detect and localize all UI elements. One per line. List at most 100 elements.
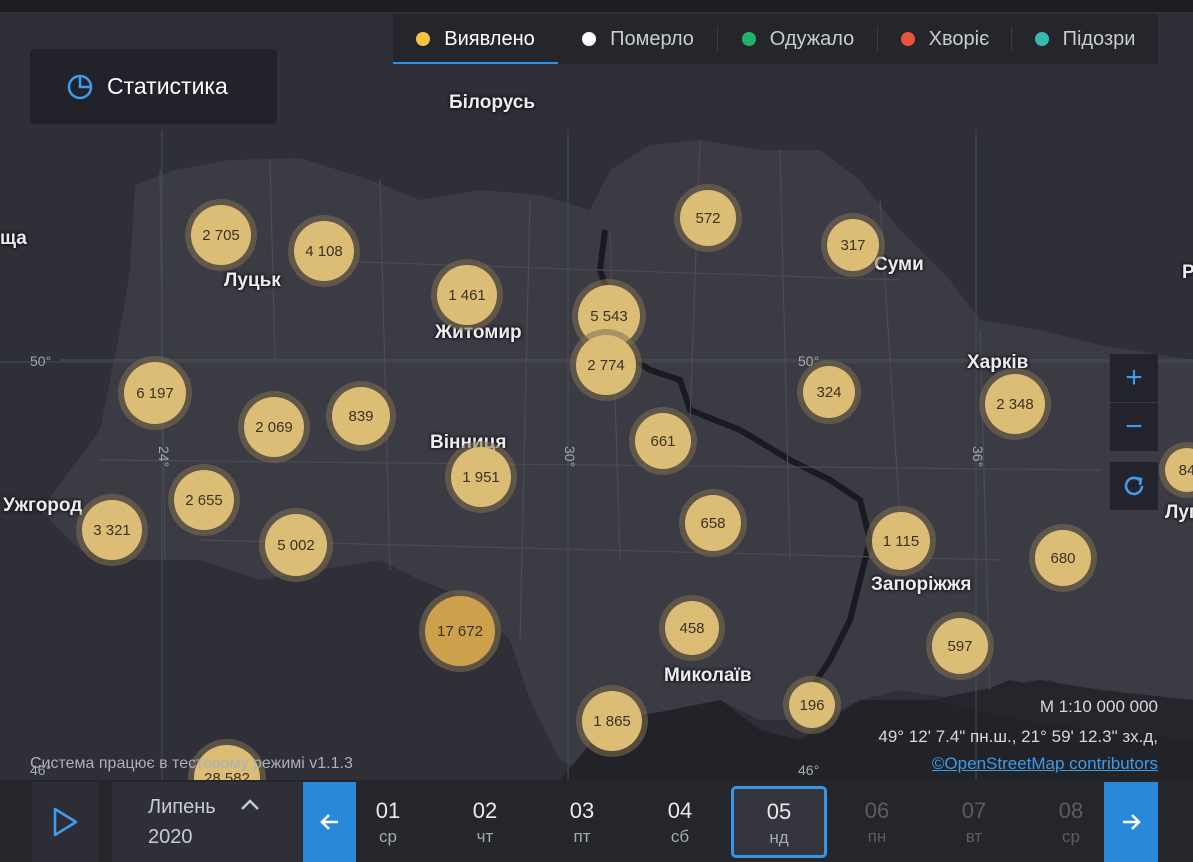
cluster-marker[interactable]: 2 655 [174,470,234,530]
tab-dot-icon [900,32,915,46]
lat-label-50: 50° [30,353,52,369]
tab-dot-icon [582,32,597,46]
zoom-out-button[interactable]: − [1110,403,1158,451]
tab-deaths[interactable]: Померло [558,14,718,64]
day-number: 03 [569,798,595,823]
reset-view-button[interactable] [1110,462,1158,510]
chevron-up-icon [241,799,259,810]
cluster-marker[interactable]: 2 705 [191,205,251,265]
year-label: 2020 [148,826,193,848]
day-weekday: чт [476,827,494,846]
lon-label-36: 36° [970,446,986,468]
tab-label: Одужало [769,27,855,50]
city-label-uzhhorod: Ужгород [3,495,83,516]
country-label-partial-east: Р [1182,262,1193,283]
tab-label: Виявлено [444,27,535,50]
cluster-marker[interactable]: 2 348 [985,374,1045,434]
day-number: 02 [472,798,498,823]
cluster-marker[interactable]: 1 951 [451,447,511,507]
day-number: 06 [864,798,890,823]
day-weekday: сб [670,827,690,846]
city-label-zaporizhzhia: Запоріжжя [871,574,972,595]
cursor-coordinates: 49° 12' 7.4" пн.ш., 21° 59' 12.3" зх.д, [878,727,1158,746]
city-label-zhytomyr: Житомир [435,322,522,343]
statistics-button[interactable]: Статистика [30,49,277,124]
top-strip [0,0,1193,12]
cluster-marker[interactable]: 597 [932,618,988,674]
cluster-marker[interactable]: 661 [635,413,691,469]
lon-label-30: 30° [562,446,578,468]
day-number: 05 [766,799,792,824]
zoom-in-button[interactable]: + [1110,354,1158,402]
timeline-day[interactable]: 01 ср [340,782,436,862]
lat-label-46-east: 46° [798,762,820,778]
tab-suspected[interactable]: Підозри [1012,14,1158,64]
next-day-button[interactable] [1104,782,1158,862]
cluster-marker[interactable]: 458 [665,601,719,655]
lon-label-24: 24° [156,446,172,468]
cluster-marker[interactable]: 4 108 [294,221,354,281]
day-weekday: нд [769,828,789,847]
timeline-day[interactable]: 02 чт [437,782,533,862]
city-label-kharkiv: Харків [967,352,1029,373]
city-label-lutsk: Луцьк [224,270,281,291]
tab-detected[interactable]: Виявлено [393,14,558,64]
arrow-left-icon [319,814,338,830]
cluster-marker[interactable]: 2 069 [244,397,304,457]
cluster-marker[interactable]: 2 774 [576,335,636,395]
arrow-right-icon [1123,814,1141,830]
day-weekday: вт [965,827,983,846]
timeline-day-disabled: 07 вт [926,782,1022,862]
day-number: 01 [375,798,401,823]
day-weekday: ср [379,827,397,846]
tab-label: Хворіє [928,27,990,50]
city-label-luhansk-partial: Луг [1165,502,1193,523]
cluster-marker[interactable]: 6 197 [124,362,186,424]
system-status-message: Система працює в тестовому режимі v1.1.3 [30,755,353,772]
play-button[interactable] [32,782,98,862]
cluster-marker[interactable]: 1 865 [582,691,642,751]
attribution: ©OpenStreetMap contributors [932,754,1158,774]
tab-recovered[interactable]: Одужало [718,14,878,64]
cluster-marker[interactable]: 839 [332,387,390,445]
timeline-day[interactable]: 04 сб [632,782,728,862]
tab-label: Підозри [1062,27,1136,50]
pie-chart-icon [67,74,93,99]
city-label-mykolaiv: Миколаїв [664,665,752,686]
map-scale: М 1:10 000 000 [1039,697,1158,716]
status-tabs: Виявлено Померло Одужало Хворіє Підозри [393,14,1158,64]
cluster-marker[interactable]: 3 321 [82,500,142,560]
cluster-marker[interactable]: 17 672 [425,596,495,666]
tab-label: Померло [610,27,694,50]
month-label: Липень [148,796,216,818]
play-icon [53,807,78,837]
tab-dot-icon [741,32,756,46]
day-number: 04 [667,798,693,823]
cluster-marker[interactable]: 324 [803,366,855,418]
timeline-day-selected[interactable]: 05 нд [731,786,827,858]
cluster-marker[interactable]: 317 [827,219,879,271]
timeline-day-disabled: 06 пн [829,782,925,862]
refresh-icon [1124,476,1144,496]
tab-sick[interactable]: Хворіє [878,14,1012,64]
day-weekday: пт [573,827,591,846]
timeline-day[interactable]: 03 пт [534,782,630,862]
statistics-button-label: Статистика [107,73,228,99]
tab-dot-icon [1034,32,1049,46]
cluster-marker[interactable]: 658 [685,495,741,551]
cluster-marker[interactable]: 5 002 [265,514,327,576]
osm-attribution-link[interactable]: ©OpenStreetMap contributors [932,754,1158,773]
tab-dot-icon [416,32,431,46]
lat-label-50-east: 50° [798,353,820,369]
city-label-sumy: Суми [874,254,924,275]
cluster-marker[interactable]: 196 [789,682,835,728]
month-selector[interactable]: Липень 2020 [112,782,303,862]
cluster-marker[interactable]: 572 [680,190,736,246]
city-label-partial-west: ща [0,228,27,249]
cluster-marker[interactable]: 1 115 [872,512,930,570]
day-number: 07 [961,798,987,823]
country-label-belarus: Білорусь [449,92,536,113]
day-weekday: пн [867,827,887,846]
cluster-marker[interactable]: 1 461 [437,265,497,325]
cluster-marker[interactable]: 680 [1035,530,1091,586]
